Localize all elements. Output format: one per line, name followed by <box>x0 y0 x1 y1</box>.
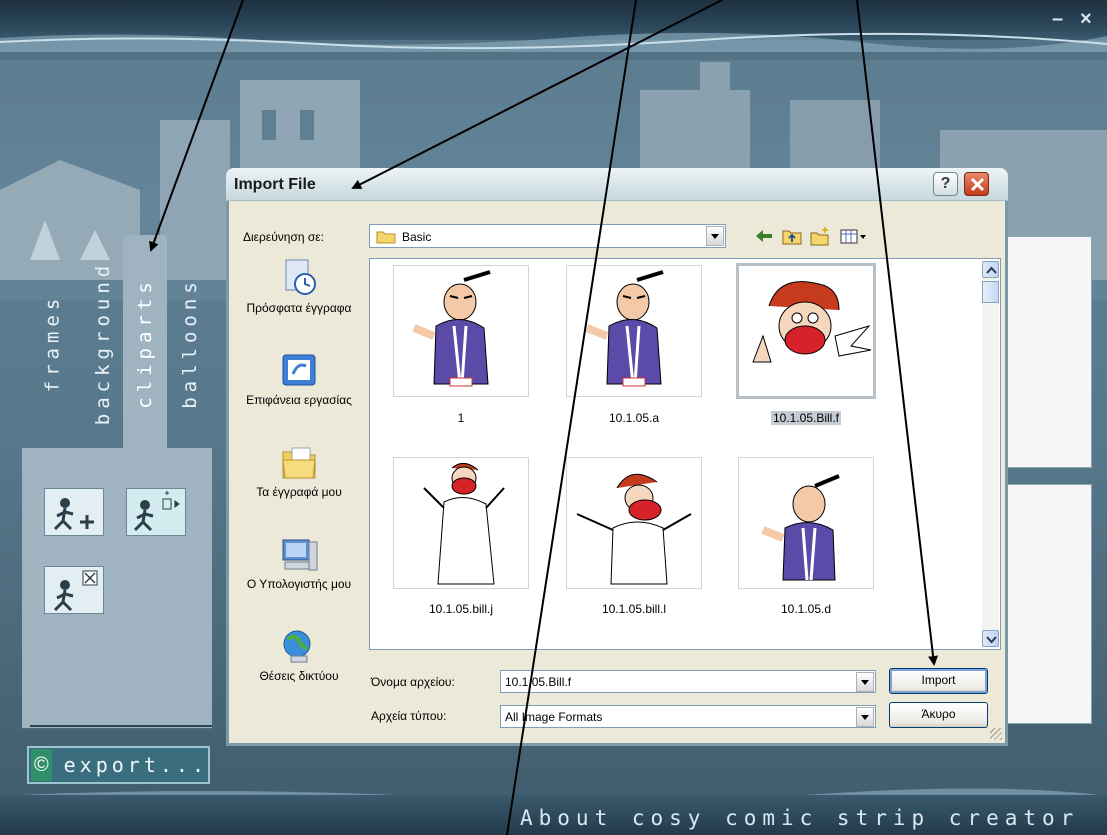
filename-input[interactable]: 10.1.05.Bill.f <box>500 670 876 693</box>
filetype-select[interactable]: All Image Formats <box>500 705 876 728</box>
file-name-selected: 10.1.05.Bill.f <box>770 411 842 425</box>
panel-divider <box>30 725 212 727</box>
dialog-close-button[interactable] <box>964 172 989 196</box>
file-name: 10.1.05.bill.j <box>428 602 494 616</box>
export-label: export... <box>63 753 208 777</box>
chevron-down-icon <box>986 636 997 644</box>
samurai-clipart-icon <box>585 270 664 387</box>
file-thumbnail[interactable] <box>738 457 874 589</box>
copyright-icon: © <box>31 749 52 781</box>
file-thumbnail[interactable] <box>393 457 529 589</box>
resize-grip[interactable] <box>990 728 1002 740</box>
cancel-button[interactable]: Άκυρο <box>889 702 988 728</box>
new-folder-icon[interactable] <box>809 226 831 246</box>
back-arrow-icon[interactable] <box>753 226 775 246</box>
comic-frame-panel-bottom[interactable] <box>1002 484 1092 724</box>
chevron-up-icon <box>986 266 997 274</box>
look-in-value: Basic <box>402 230 432 244</box>
add-clipart-button[interactable] <box>44 488 104 536</box>
filename-label: Όνομα αρχείου: <box>371 675 455 689</box>
scroll-up-button[interactable] <box>982 261 999 278</box>
scroll-down-button[interactable] <box>982 630 999 647</box>
my-documents-icon <box>282 447 316 479</box>
look-in-select[interactable]: Basic <box>369 224 726 248</box>
import-button[interactable]: Import <box>889 668 988 694</box>
clipart-tools-panel <box>22 448 212 730</box>
file-list-scrollbar[interactable] <box>982 261 999 647</box>
recent-documents-icon <box>285 259 316 295</box>
chevron-down-icon[interactable] <box>856 672 874 692</box>
tab-cliparts[interactable]: cliparts <box>123 235 167 450</box>
tab-frames[interactable]: frames <box>32 235 72 450</box>
export-button[interactable]: © export... <box>27 746 210 784</box>
file-name: 10.1.05.a <box>608 411 660 425</box>
help-button[interactable]: ? <box>933 172 958 196</box>
look-in-label: Διερεύνηση σε: <box>243 230 324 244</box>
up-folder-icon[interactable] <box>781 226 803 246</box>
bill-white-clipart-icon <box>423 463 505 585</box>
import-file-dialog: Import File ? Διερεύνηση σε: Basic Πρόσφ… <box>226 168 1008 746</box>
filetype-label: Αρχεία τύπου: <box>371 709 447 723</box>
my-computer-icon <box>282 539 318 571</box>
view-menu-icon[interactable] <box>839 226 869 246</box>
place-my-documents[interactable]: Τα έγγραφά μου <box>235 444 363 499</box>
samurai-clipart-icon <box>412 270 491 387</box>
file-name: 1 <box>457 411 465 425</box>
comic-frame-panel-top[interactable] <box>1002 236 1092 468</box>
figure-plus-icon <box>53 498 94 531</box>
network-places-icon <box>283 630 311 663</box>
dialog-title: Import File <box>234 176 316 193</box>
chevron-down-icon[interactable] <box>706 226 724 246</box>
dialog-title-bar: Import File ? <box>226 168 1008 201</box>
category-tabs: frames background cliparts balloons <box>22 235 212 450</box>
app-close-button[interactable]: × <box>1080 8 1092 31</box>
figure-delete-icon <box>53 570 98 612</box>
bill-shrug-clipart-icon <box>576 473 692 585</box>
close-icon <box>970 177 985 192</box>
places-bar: Πρόσφατα έγγραφα Επιφάνεια εργασίας Τα έ… <box>235 256 363 696</box>
chevron-down-icon[interactable] <box>856 707 874 727</box>
delete-clipart-button[interactable] <box>44 566 104 614</box>
figure-layers-icon <box>133 491 180 532</box>
place-my-computer[interactable]: Ο Υπολογιστής μου <box>235 536 363 591</box>
tab-background[interactable]: background <box>80 235 126 450</box>
file-list[interactable]: 1 10.1.05.a 10.1.05.Bill.f 10.1.05.bill.… <box>369 258 1001 650</box>
arrange-clipart-button[interactable] <box>126 488 186 536</box>
samurai-clipart-icon <box>761 474 840 581</box>
place-recent-documents[interactable]: Πρόσφατα έγγραφα <box>235 258 363 315</box>
file-thumbnail[interactable] <box>566 457 702 589</box>
place-desktop[interactable]: Επιφάνεια εργασίας <box>235 352 363 407</box>
place-network-places[interactable]: Θέσεις δικτύου <box>235 628 363 683</box>
folder-icon <box>376 231 396 244</box>
tab-balloons[interactable]: balloons <box>168 235 212 450</box>
file-thumbnail[interactable] <box>393 265 529 397</box>
scroll-thumb[interactable] <box>982 281 999 303</box>
bill-face-clipart-icon <box>752 281 872 363</box>
desktop-icon <box>282 354 316 386</box>
file-name: 10.1.05.d <box>780 602 832 616</box>
file-thumbnail[interactable] <box>566 265 702 397</box>
file-name: 10.1.05.bill.l <box>601 602 667 616</box>
file-thumbnail-selected[interactable] <box>736 263 876 399</box>
minimize-button[interactable]: – <box>1052 8 1063 31</box>
about-link[interactable]: About cosy comic strip creator <box>520 806 1079 830</box>
